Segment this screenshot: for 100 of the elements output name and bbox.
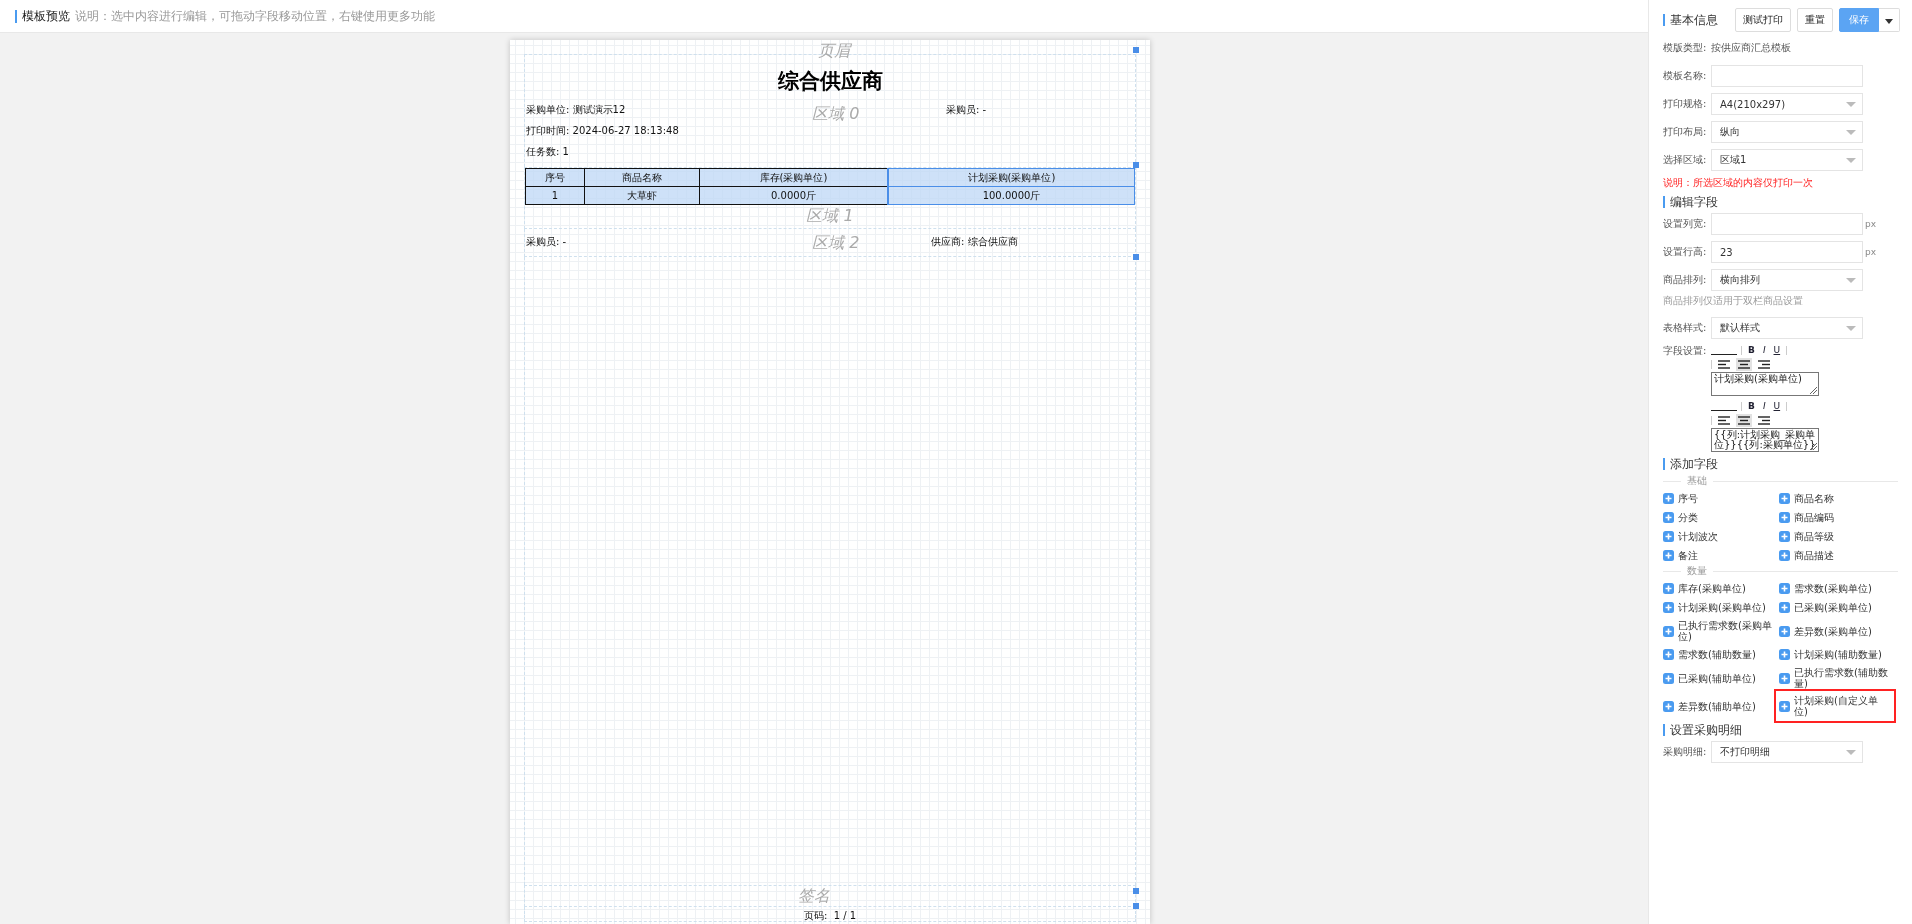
add-field-item[interactable]: 需求数(采购单位): [1779, 581, 1899, 596]
align-left-button[interactable]: [1716, 413, 1732, 427]
dropdown-button[interactable]: [1879, 8, 1900, 32]
align-right-button[interactable]: [1756, 413, 1772, 427]
region-label: 页眉: [817, 41, 850, 62]
add-field-item[interactable]: 序号: [1663, 491, 1779, 506]
plus-icon: [1663, 700, 1674, 712]
add-field-item[interactable]: 已采购(采购单位): [1779, 600, 1899, 615]
caret-icon: [1846, 129, 1856, 135]
info-text: 供应商: 综合供应商: [931, 234, 1018, 249]
select-field[interactable]: 不打印明细: [1711, 741, 1863, 763]
align-right-button[interactable]: [1756, 357, 1772, 371]
select-field[interactable]: 区域1: [1711, 149, 1863, 171]
plus-icon: [1779, 672, 1790, 684]
add-field-item[interactable]: 计划采购(自定义单位): [1779, 694, 1891, 718]
align-center-button[interactable]: [1736, 413, 1752, 427]
field-label: 设置行高:: [1663, 245, 1708, 259]
caret-icon: [1846, 325, 1856, 331]
resize-grip-icon: [1810, 387, 1817, 394]
bold-button[interactable]: B: [1746, 345, 1757, 355]
region-label: 区域 2: [812, 233, 860, 254]
input-field[interactable]: 23: [1711, 241, 1863, 263]
plus-icon: [1663, 531, 1674, 542]
document-title: 综合供应商: [777, 69, 883, 93]
plus-icon: [1663, 672, 1674, 684]
text-area[interactable]: 计划采购(采购单位): [1711, 372, 1819, 396]
plus-icon: [1663, 602, 1674, 613]
select-field[interactable]: A4(210x297): [1711, 93, 1863, 115]
preview-title: 模板预览: [22, 7, 70, 25]
align-center-icon: [1738, 415, 1750, 425]
add-field-item[interactable]: 商品编码: [1779, 510, 1899, 525]
resize-handle[interactable]: [1133, 47, 1139, 53]
field-label: 打印布局:: [1663, 125, 1708, 139]
resize-handle[interactable]: [1133, 162, 1139, 168]
italic-button[interactable]: I: [1760, 401, 1768, 411]
toolbar-button[interactable]: 测试打印: [1735, 8, 1791, 32]
plus-icon: [1663, 649, 1674, 660]
field-label: 字段设置:: [1663, 344, 1708, 358]
add-field-item[interactable]: 差异数(采购单位): [1779, 619, 1899, 643]
section-title: 编辑字段: [1663, 196, 1912, 208]
add-field-item[interactable]: 分类: [1663, 510, 1779, 525]
warning-text: 说明：所选区域的内容仅打印一次: [1663, 176, 1814, 190]
hint-text: 商品排列仅适用于双栏商品设置: [1663, 294, 1804, 308]
resize-grip-icon: [1810, 443, 1817, 450]
plus-icon: [1779, 602, 1790, 613]
add-field-item[interactable]: 商品名称: [1779, 491, 1899, 506]
resize-handle[interactable]: [1133, 903, 1139, 909]
text-area[interactable]: {{列:计划采购_采购单位}}{{列:采购单位}}: [1711, 428, 1819, 452]
plus-icon: [1779, 531, 1790, 542]
table-header-cell[interactable]: 计划采购(采购单位): [888, 168, 1135, 187]
info-text: 采购员: -: [946, 102, 987, 117]
select-field[interactable]: 纵向: [1711, 121, 1863, 143]
add-field-item[interactable]: 库存(采购单位): [1663, 581, 1779, 596]
add-field-item[interactable]: 商品等级: [1779, 529, 1899, 544]
align-center-button[interactable]: [1736, 357, 1752, 371]
add-field-item[interactable]: 已执行需求数(辅助数量): [1779, 666, 1899, 690]
unit-text: px: [1865, 219, 1877, 229]
input-field[interactable]: [1711, 65, 1863, 87]
italic-button[interactable]: I: [1760, 345, 1768, 355]
input-field[interactable]: [1711, 213, 1863, 235]
select-field[interactable]: 默认样式: [1711, 317, 1863, 339]
table-header-cell[interactable]: 序号: [525, 168, 585, 187]
align-left-button[interactable]: [1716, 357, 1732, 371]
add-field-item[interactable]: 差异数(辅助单位): [1663, 694, 1779, 718]
plus-icon: [1779, 512, 1790, 523]
field-value: 按供应商汇总模板: [1711, 41, 1791, 55]
underline-button[interactable]: U: [1771, 401, 1783, 411]
add-field-item[interactable]: 备注: [1663, 548, 1779, 563]
add-field-item[interactable]: 计划采购(采购单位): [1663, 600, 1779, 615]
field-label: 采购明细:: [1663, 745, 1708, 759]
field-label: 模版类型:: [1663, 41, 1708, 55]
align-center-icon: [1738, 359, 1750, 369]
align-left-icon: [1718, 415, 1730, 425]
resize-handle[interactable]: [1133, 254, 1139, 260]
instruction-text: 说明：选中内容进行编辑，可拖动字段移动位置，右键使用更多功能: [75, 7, 435, 25]
plus-icon: [1779, 700, 1790, 712]
field-label: 模板名称:: [1663, 69, 1708, 83]
table-header-cell[interactable]: 库存(采购单位): [699, 168, 888, 187]
add-field-item[interactable]: 计划采购(辅助数量): [1779, 647, 1899, 662]
bold-button[interactable]: B: [1746, 401, 1757, 411]
field-label: 打印规格:: [1663, 97, 1708, 111]
select-field[interactable]: 横向排列: [1711, 269, 1863, 291]
field-label: 设置列宽:: [1663, 217, 1708, 231]
resize-handle[interactable]: [1133, 888, 1139, 894]
add-field-item[interactable]: 计划波次: [1663, 529, 1779, 544]
table-header-cell[interactable]: 商品名称: [584, 168, 700, 187]
underline-button[interactable]: U: [1771, 345, 1783, 355]
plus-icon: [1779, 649, 1790, 660]
add-field-item[interactable]: 需求数(辅助数量): [1663, 647, 1779, 662]
field-label: 选择区域:: [1663, 153, 1708, 167]
align-right-icon: [1758, 415, 1770, 425]
region-label: 区域 1: [806, 206, 854, 227]
align-left-icon: [1718, 359, 1730, 369]
add-field-item[interactable]: 商品描述: [1779, 548, 1899, 563]
caret-icon: [1846, 749, 1856, 755]
toolbar-button[interactable]: 重置: [1797, 8, 1833, 32]
unit-text: px: [1865, 247, 1877, 257]
plus-icon: [1663, 512, 1674, 523]
add-field-item[interactable]: 已采购(辅助单位): [1663, 666, 1779, 690]
add-field-item[interactable]: 已执行需求数(采购单位): [1663, 619, 1779, 643]
